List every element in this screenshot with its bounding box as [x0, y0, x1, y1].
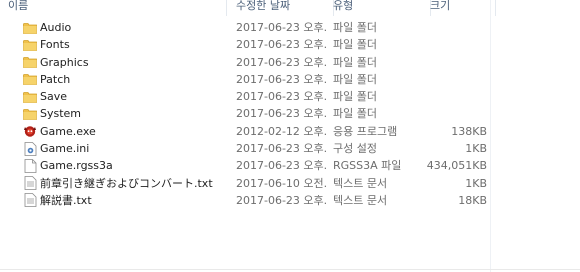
folder-icon: [22, 54, 38, 71]
file-row[interactable]: Save 2017-06-23 오후... 파일 폴더: [0, 88, 580, 105]
file-row[interactable]: 解説書.txt 2017-06-23 오후... 텍스트 문서 18KB: [0, 192, 580, 209]
file-date-modified: 2017-06-23 오후...: [236, 90, 328, 104]
file-row[interactable]: Graphics 2017-06-23 오후... 파일 폴더: [0, 54, 580, 71]
file-name: 前章引き継ぎおよびコンバート.txt: [40, 176, 213, 190]
file-size: [420, 36, 487, 53]
file-name: Fonts: [40, 38, 70, 52]
file-name: Graphics: [40, 55, 89, 69]
text-file-icon: [22, 192, 38, 209]
file-type: 텍스트 문서: [333, 176, 388, 190]
file-date-modified: 2017-06-23 오후...: [236, 193, 328, 207]
file-type: 파일 폴더: [333, 21, 377, 34]
column-header-type-label: 유형: [333, 0, 354, 12]
file-type: 파일 폴더: [333, 72, 377, 86]
file-date-modified: 2017-06-23 오후...: [236, 159, 328, 173]
folder-icon: [22, 71, 38, 88]
column-divider[interactable]: [495, 0, 496, 16]
column-header-type[interactable]: 유형: [333, 0, 431, 16]
column-header-name[interactable]: 이름: [8, 0, 227, 16]
column-header-size[interactable]: 크기: [430, 0, 496, 16]
file-row[interactable]: Game.ini 2017-06-23 오후... 구성 설정 1KB: [0, 140, 580, 157]
file-type: 텍스트 문서: [333, 193, 388, 207]
file-size: 1KB: [465, 142, 487, 156]
text-file-icon: [22, 175, 38, 192]
folder-icon: [22, 88, 38, 105]
file-size: 1KB: [465, 176, 487, 190]
file-date-modified: 2017-06-23 오후...: [236, 21, 328, 34]
file-size: 434,051KB: [426, 159, 487, 173]
file-date-modified: 2017-06-23 오후...: [236, 38, 328, 52]
column-header-date-label: 수정한 날짜: [236, 0, 291, 12]
file-type: 구성 설정: [333, 142, 377, 156]
file-size: [420, 71, 487, 88]
file-size: [420, 105, 487, 122]
folder-icon: [22, 19, 38, 36]
divider: [0, 269, 580, 270]
file-type: 파일 폴더: [333, 55, 377, 69]
file-explorer-list: 이름 수정한 날짜 유형 크기 Audio 2017-06-23 오후... 파일 …: [0, 0, 580, 272]
file-name: Game.ini: [40, 142, 90, 156]
file-type: 파일 폴더: [333, 38, 377, 52]
file-row[interactable]: Audio 2017-06-23 오후... 파일 폴더: [0, 19, 580, 36]
file-type: 응용 프로그램: [333, 124, 398, 138]
file-name: Game.rgss3a: [40, 159, 113, 173]
folder-icon: [22, 36, 38, 53]
file-type: 파일 폴더: [333, 90, 377, 104]
file-size: [420, 88, 487, 105]
column-divider[interactable]: [226, 0, 227, 16]
file-date-modified: 2017-06-23 오후...: [236, 55, 328, 69]
file-date-modified: 2017-06-23 오후...: [236, 72, 328, 86]
settings-file-icon: [22, 140, 38, 157]
file-row[interactable]: 前章引き継ぎおよびコンバート.txt 2017-06-10 오전... 텍스트 문서…: [0, 175, 580, 192]
column-header-bar: 이름 수정한 날짜 유형 크기: [0, 0, 580, 16]
folder-icon: [22, 105, 38, 122]
file-date-modified: 2012-02-12 오후...: [236, 124, 328, 138]
file-name: Game.exe: [40, 124, 96, 138]
file-name: Save: [40, 90, 68, 104]
file-name: Audio: [40, 21, 72, 34]
column-header-name-label: 이름: [8, 0, 29, 12]
file-name: 解説書.txt: [40, 193, 92, 207]
column-header-size-label: 크기: [430, 0, 451, 12]
file-size: 138KB: [451, 124, 487, 138]
file-row[interactable]: Game.exe 2012-02-12 오후... 응용 프로그램 138KB: [0, 123, 580, 140]
file-date-modified: 2017-06-23 오후...: [236, 142, 328, 156]
file-size: [420, 19, 487, 36]
file-type: RGSS3A 파일: [333, 159, 402, 173]
file-row[interactable]: Game.rgss3a 2017-06-23 오후... RGSS3A 파일 434,…: [0, 157, 580, 174]
file-type: 파일 폴더: [333, 107, 377, 121]
file-row[interactable]: Patch 2017-06-23 오후... 파일 폴더: [0, 71, 580, 88]
file-row[interactable]: Fonts 2017-06-23 오후... 파일 폴더: [0, 36, 580, 53]
file-date-modified: 2017-06-10 오전...: [236, 176, 328, 190]
file-name: Patch: [40, 72, 71, 86]
file-size: [420, 54, 487, 71]
file-size: 18KB: [458, 193, 487, 207]
game-exe-icon: [22, 123, 38, 140]
document-icon: [22, 157, 38, 174]
file-row[interactable]: System 2017-06-23 오후... 파일 폴더: [0, 105, 580, 122]
file-name: System: [40, 107, 82, 121]
column-header-date[interactable]: 수정한 날짜: [236, 0, 334, 16]
file-list: Audio 2017-06-23 오후... 파일 폴더 Fonts 2017-06-2…: [0, 19, 580, 209]
file-date-modified: 2017-06-23 오후...: [236, 107, 328, 121]
